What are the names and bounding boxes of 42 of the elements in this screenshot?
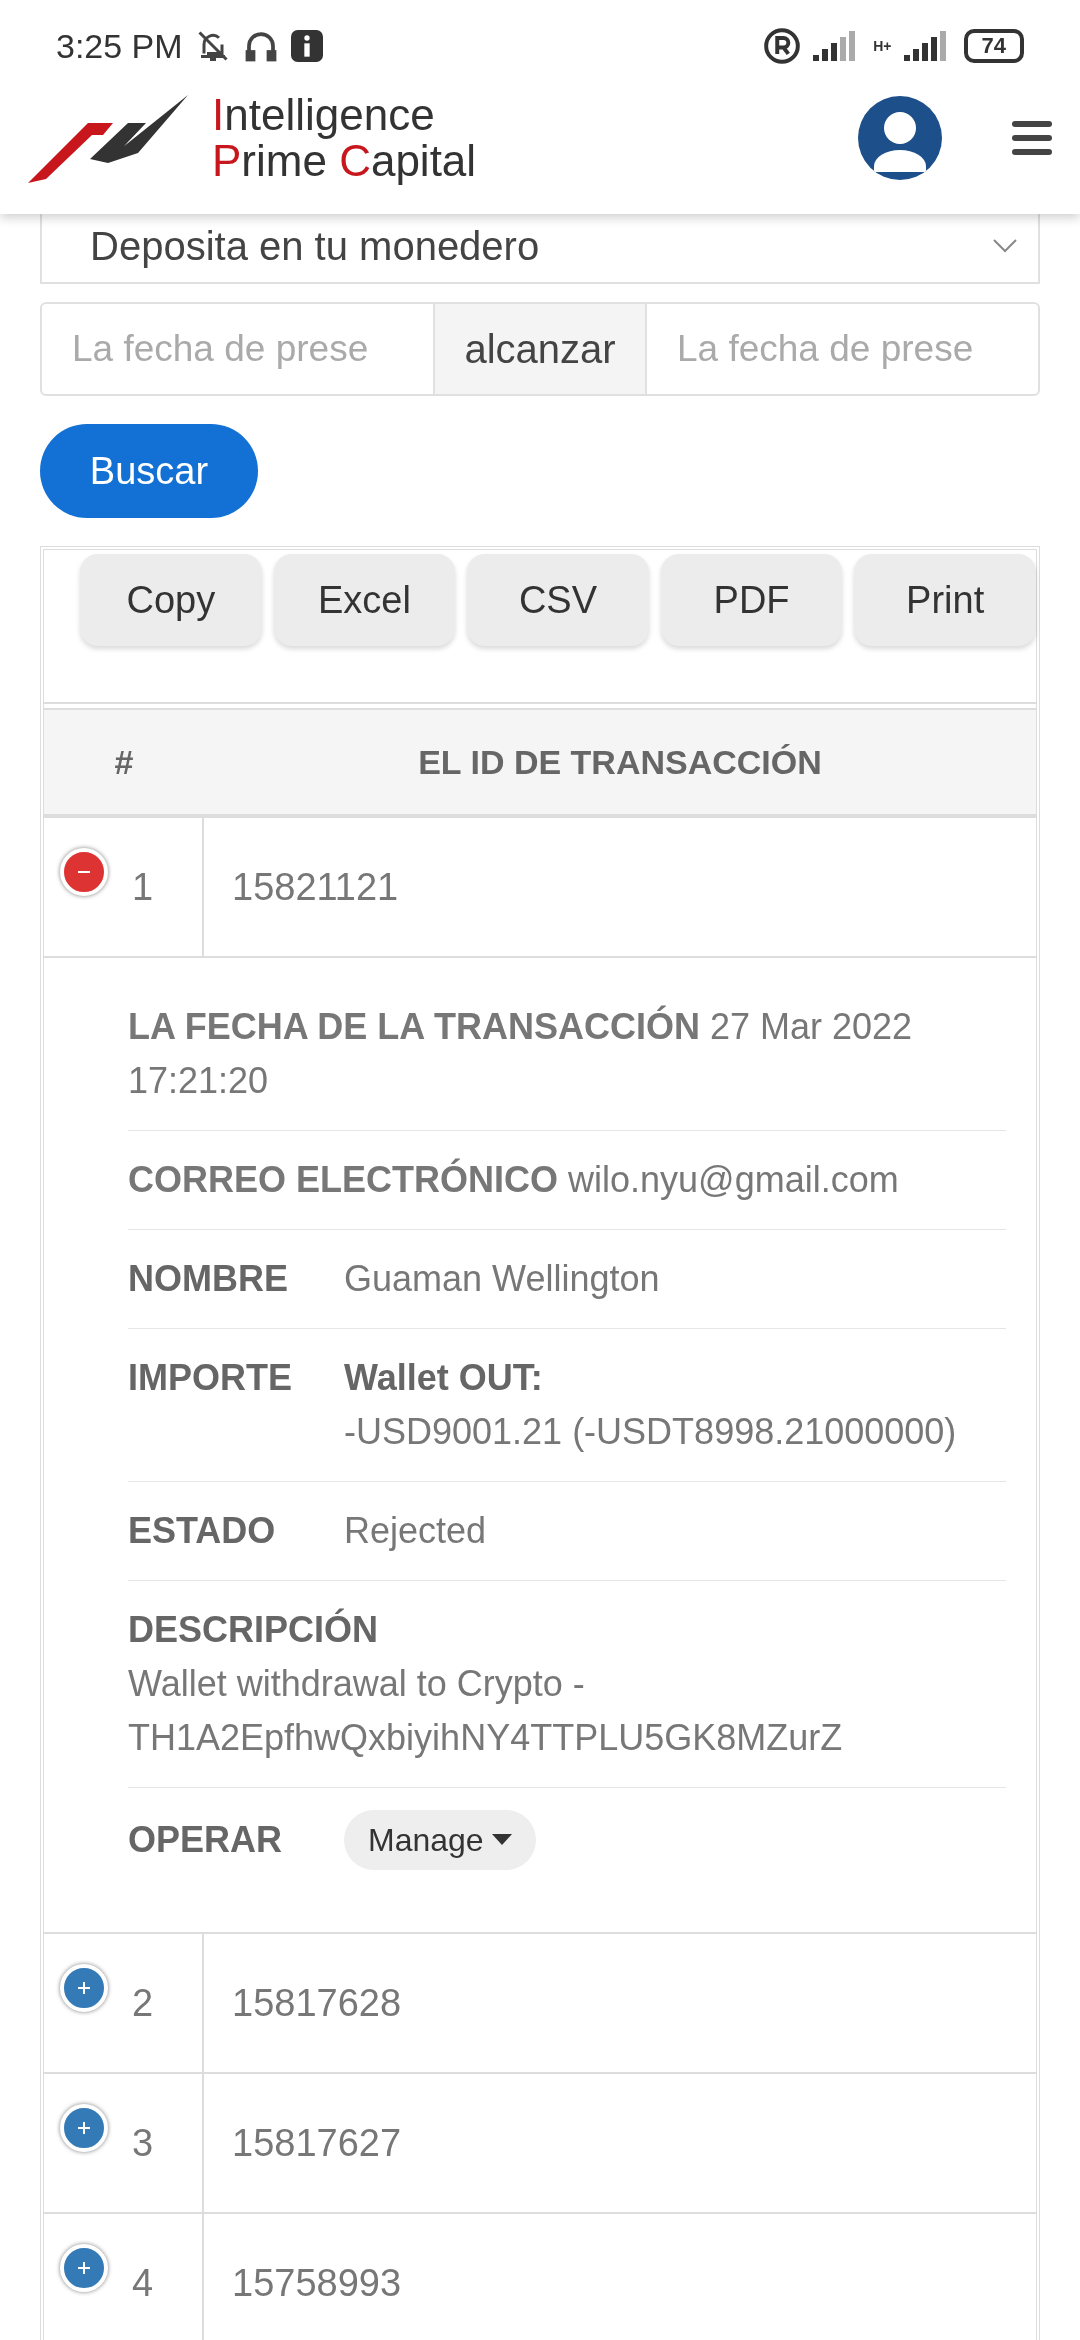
column-header: # [113, 741, 135, 783]
date-from-field[interactable]: La fecha de prese [40, 302, 435, 396]
export-button[interactable]: Print [854, 554, 1036, 646]
network-type-text: H+ [873, 38, 892, 54]
status-time: 3:25 PM [56, 26, 183, 66]
wallet-select[interactable]: Deposita en tu monedero [40, 214, 1040, 284]
detail-value: Guaman Wellington [344, 1257, 660, 1301]
export-button[interactable]: Excel [273, 554, 456, 646]
export-button[interactable]: CSV [467, 554, 649, 646]
table-cell: 1 [132, 865, 154, 909]
table-cell: 3 [132, 2121, 154, 2165]
search-button[interactable]: Buscar [40, 424, 258, 518]
battery-level: 74 [963, 29, 1024, 63]
table-cell-text: 15758993 [231, 2260, 403, 2306]
detail-value: Rejected [344, 1509, 487, 1553]
export-button[interactable]: Copy [80, 554, 262, 646]
table-cell: 4 [132, 2261, 154, 2305]
registered-icon [763, 27, 802, 65]
table-cell-text: 15817628 [231, 1980, 403, 2026]
table-cell-text: 15817627 [231, 2120, 403, 2166]
detail-text: LA FECHA DE LA TRANSACCIÓN 27 Mar 2022 17:21:20 [128, 1004, 914, 1103]
range-label: alcanzar [435, 302, 645, 396]
manage-button[interactable]: Manage [344, 1810, 536, 1870]
detail-label: NOMBRE [128, 1257, 289, 1301]
detail-value: Wallet OUT: -USD9001.21 (-USDT8998.21000000) [344, 1356, 957, 1454]
table-cell-text: 15821121 [231, 864, 400, 910]
detail-text: CORREO ELECTRÓNICO wilo.nyu@gmail.com [128, 1157, 900, 1202]
logo-text: Prime Capital [212, 138, 477, 184]
caret-icon [491, 1834, 512, 1846]
chevron-down-icon [992, 238, 1018, 254]
detail-label: OPERAR [128, 1818, 284, 1862]
detail-label: ESTADO [128, 1509, 277, 1553]
detail-value: Wallet withdrawal to Crypto - TH1A2EpfhwQxbiyihNY4TTPLU5GK8MZurZ [128, 1662, 844, 1760]
column-header: EL ID DE TRANSACCIÓN [417, 741, 823, 783]
detail-label: IMPORTE [128, 1356, 293, 1400]
date-to-field[interactable]: La fecha de prese [645, 302, 1040, 396]
menu-icon[interactable] [1012, 121, 1052, 155]
table-cell: 2 [132, 1981, 154, 2025]
info-icon [290, 30, 323, 62]
export-button[interactable]: PDF [660, 554, 843, 646]
detail-label: DESCRIPCIÓN [128, 1607, 380, 1652]
logo-text: Intelligence [212, 92, 436, 138]
